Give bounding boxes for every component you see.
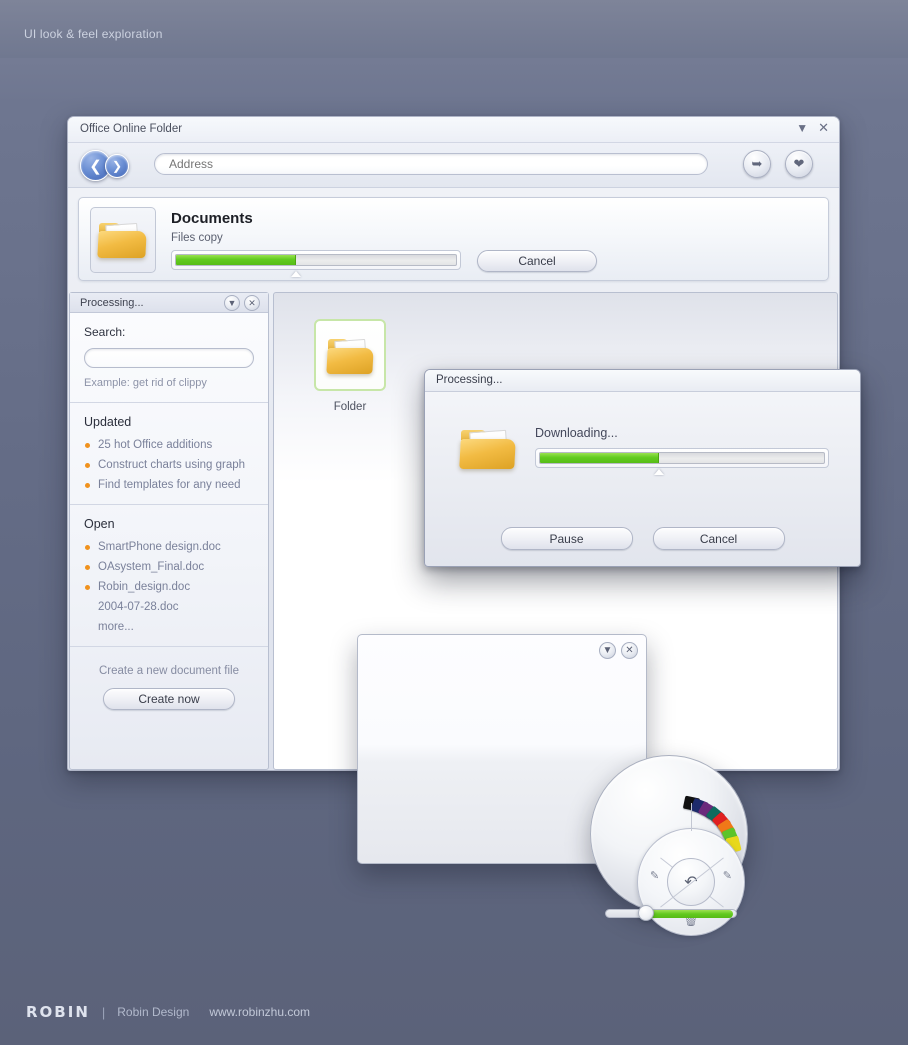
sidebar: Processing... ▼ ✕ Search: Example: get r… (69, 292, 269, 770)
sidebar-updated-section: Updated 25 hot Office additions Construct… (70, 403, 268, 505)
list-item[interactable]: Construct charts using graph (84, 459, 254, 471)
window-controls: ▼ ✕ (796, 121, 829, 134)
footer-separator: | (101, 1004, 106, 1020)
search-hint: Example: get rid of clippy (84, 377, 207, 389)
banner-progress-fill (176, 255, 297, 265)
banner-title: Documents (171, 210, 253, 227)
folder-icon (459, 422, 519, 476)
dialog-buttons: Pause Cancel (425, 527, 860, 550)
processing-dialog: Processing... Downloading... Pause Cance… (424, 369, 861, 567)
dialog-progress-bar (535, 448, 829, 475)
banner-folder-frame (90, 207, 156, 273)
list-item[interactable]: more... (84, 621, 254, 633)
dialog-titlebar: Processing... (425, 370, 860, 392)
banner-progress-marker (291, 271, 302, 277)
sidebar-header-controls: ▼ ✕ (224, 295, 260, 311)
device-body: ✎ ✎ 🗑 ↶ (590, 755, 748, 936)
wheel-stem (691, 803, 692, 831)
file-label: Folder (333, 401, 367, 413)
banner-cancel-button[interactable]: Cancel (477, 250, 597, 272)
dialog-folder-wrap (459, 422, 523, 478)
navigation-buttons: ❮ ❯ (80, 147, 148, 185)
slider-knob[interactable] (638, 905, 654, 921)
list-item[interactable]: 2004-07-28.doc (84, 601, 254, 613)
sidebar-header-title: Processing... (80, 297, 144, 309)
list-item[interactable]: 25 hot Office additions (84, 439, 254, 451)
dialog-message: Downloading... (535, 426, 618, 440)
chevron-down-icon[interactable]: ▼ (599, 642, 616, 659)
tag-icon[interactable]: ✎ (650, 869, 659, 882)
search-label: Search: (84, 325, 126, 339)
chevron-down-icon[interactable]: ▼ (796, 122, 808, 134)
dialog-title: Processing... (436, 374, 503, 386)
open-list: SmartPhone design.doc OAsystem_Final.doc R… (84, 541, 254, 633)
list-item[interactable]: OAsystem_Final.doc (84, 561, 254, 573)
chevron-down-icon[interactable]: ▼ (224, 295, 240, 311)
pause-button[interactable]: Pause (500, 527, 633, 550)
close-icon[interactable]: ✕ (818, 121, 829, 134)
dialog-progress-marker (654, 469, 665, 475)
address-input[interactable] (154, 153, 708, 175)
undo-arrow-icon[interactable]: ↶ (667, 858, 715, 906)
slider-fill (648, 910, 733, 918)
tag-icon[interactable]: ✎ (723, 869, 732, 882)
footer-url: www.robinzhu.com (209, 1005, 311, 1019)
go-arrow-icon[interactable]: ➥ (743, 150, 771, 178)
list-item[interactable]: Robin_design.doc (84, 581, 254, 593)
folder-icon (97, 216, 149, 264)
banner-progress-bar (171, 250, 461, 277)
heart-icon[interactable]: ❤ (785, 150, 813, 178)
cancel-button[interactable]: Cancel (652, 527, 785, 550)
folder-icon (326, 333, 376, 379)
dialog-progress-fill (540, 453, 660, 463)
banner-cancel-wrap: Cancel (477, 250, 597, 272)
sidebar-search-section: Search: Example: get rid of clippy (70, 313, 268, 403)
address-toolbar: ❮ ❯ ➥ ❤ (68, 143, 839, 188)
blank-panel-controls: ▼ ✕ (599, 642, 638, 659)
banner-subtitle: Files copy (171, 232, 223, 244)
forward-arrow-icon[interactable]: ❯ (105, 154, 129, 178)
device-control-widget: ✎ ✎ 🗑 ↶ (560, 700, 748, 936)
updated-list: 25 hot Office additions Construct charts … (84, 439, 254, 491)
list-item[interactable]: Find templates for any need (84, 479, 254, 491)
list-item[interactable]: SmartPhone design.doc (84, 541, 254, 553)
brand-logo: ROBIN (26, 1003, 90, 1021)
page-footer: ROBIN | Robin Design www.robinzhu.com (0, 975, 908, 1045)
close-icon[interactable]: ✕ (244, 295, 260, 311)
search-input[interactable] (84, 348, 254, 368)
window-title: Office Online Folder (80, 123, 183, 135)
sidebar-create-section: Create a new document file Create now (70, 647, 268, 728)
device-slider[interactable] (605, 905, 737, 921)
documents-banner: Documents Files copy Cancel (78, 197, 829, 281)
page-title: UI look & feel exploration (24, 27, 163, 41)
footer-studio: Robin Design (117, 1005, 190, 1019)
close-icon[interactable]: ✕ (621, 642, 638, 659)
sidebar-open-section: Open SmartPhone design.doc OAsystem_Final… (70, 505, 268, 647)
page-header: UI look & feel exploration (0, 0, 908, 58)
window-titlebar: Office Online Folder ▼ ✕ (68, 117, 839, 143)
sidebar-header: Processing... ▼ ✕ (70, 293, 268, 313)
create-text: Create a new document file (99, 665, 239, 677)
file-icon-box (314, 319, 386, 391)
updated-title: Updated (84, 415, 132, 429)
open-title: Open (84, 517, 115, 531)
create-now-button[interactable]: Create now (103, 688, 235, 710)
list-item[interactable]: Folder (306, 319, 394, 413)
